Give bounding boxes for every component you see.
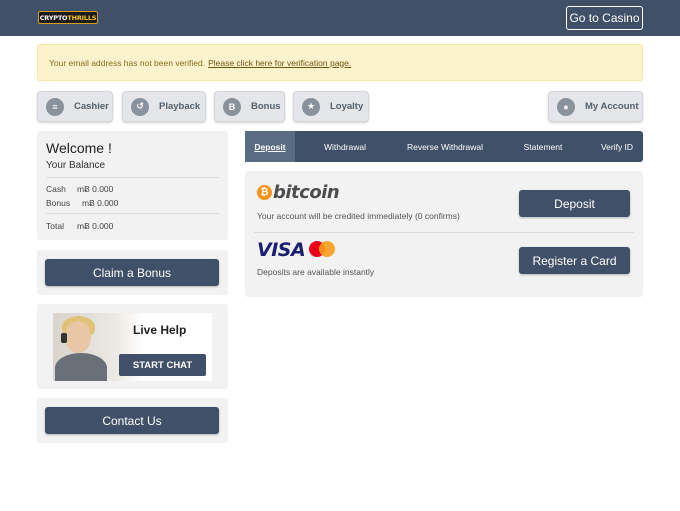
bitcoin-icon: ₿ <box>257 185 272 200</box>
welcome-title: Welcome ! <box>46 140 112 156</box>
cashier-label: Cashier <box>74 101 109 112</box>
site-logo[interactable]: CRYPTOTHRILLS <box>38 11 98 24</box>
live-help-title: Live Help <box>133 323 187 337</box>
live-help-panel: Live Help START CHAT <box>37 304 228 389</box>
tab-deposit[interactable]: Deposit <box>245 131 295 162</box>
tab-statement[interactable]: Statement <box>495 131 591 162</box>
cashier-button[interactable]: ≡ Cashier <box>37 91 113 122</box>
balance-label: Your Balance <box>46 160 106 171</box>
bonus-icon: B <box>223 97 241 116</box>
cash-label: Cash <box>46 184 66 194</box>
contact-us-button[interactable]: Contact Us <box>45 407 219 434</box>
logo-text-a: CRYPTO <box>39 13 68 22</box>
register-card-button[interactable]: Register a Card <box>519 247 630 274</box>
welcome-panel: Welcome ! Your Balance Cash mɃ 0.000 Bon… <box>37 131 228 240</box>
visa-logo: VISA <box>257 239 306 261</box>
tab-verify-id[interactable]: Verify ID <box>591 131 643 162</box>
top-header: CRYPTOTHRILLS Go to Casino <box>0 0 680 36</box>
loyalty-label: Loyalty <box>330 101 364 112</box>
card-note: Deposits are available instantly <box>257 267 375 277</box>
divider <box>254 232 634 233</box>
claim-bonus-button[interactable]: Claim a Bonus <box>45 259 219 286</box>
loyalty-star-icon: ★ <box>302 97 320 116</box>
cashier-tabs: Deposit Withdrawal Reverse Withdrawal St… <box>245 131 643 162</box>
bitcoin-wordmark: bitcoin <box>273 182 340 203</box>
coins-icon: ≡ <box>46 97 64 116</box>
bonus-value: mɃ 0.000 <box>82 198 119 208</box>
cash-value: mɃ 0.000 <box>77 184 114 194</box>
live-help-banner[interactable]: Live Help START CHAT <box>53 313 212 381</box>
mastercard-icon <box>309 241 335 257</box>
bitcoin-deposit-button[interactable]: Deposit <box>519 190 630 217</box>
verification-alert: Your email address has not been verified… <box>37 44 643 81</box>
total-value: mɃ 0.000 <box>77 221 114 231</box>
playback-icon: ↺ <box>131 97 149 116</box>
playback-button[interactable]: ↺ Playback <box>122 91 206 122</box>
claim-bonus-panel: Claim a Bonus <box>37 250 228 295</box>
headset-icon <box>61 333 67 343</box>
bonus-balance-label: Bonus <box>46 198 71 208</box>
start-chat-button[interactable]: START CHAT <box>119 354 206 376</box>
my-account-button[interactable]: ● My Account <box>548 91 643 122</box>
divider <box>46 213 219 214</box>
go-to-casino-button[interactable]: Go to Casino <box>566 6 643 30</box>
bitcoin-logo: ₿ bitcoin <box>257 182 340 203</box>
loyalty-button[interactable]: ★ Loyalty <box>293 91 369 122</box>
total-label: Total <box>46 221 64 231</box>
my-account-label: My Account <box>585 101 639 112</box>
tab-withdrawal[interactable]: Withdrawal <box>295 131 395 162</box>
verification-link[interactable]: Please click here for verification page. <box>208 58 351 68</box>
logo-text-b: THRILLS <box>67 13 97 22</box>
playback-label: Playback <box>159 101 201 112</box>
user-icon: ● <box>557 97 575 116</box>
bitcoin-note: Your account will be credited immediatel… <box>257 211 460 221</box>
tab-reverse-withdrawal[interactable]: Reverse Withdrawal <box>395 131 495 162</box>
divider <box>46 177 219 178</box>
bonus-label: Bonus <box>251 101 281 112</box>
alert-message: Your email address has not been verified… <box>49 57 206 68</box>
contact-panel: Contact Us <box>37 398 228 443</box>
payment-options-panel: ₿ bitcoin Your account will be credited … <box>245 171 643 297</box>
bonus-button[interactable]: B Bonus <box>214 91 285 122</box>
